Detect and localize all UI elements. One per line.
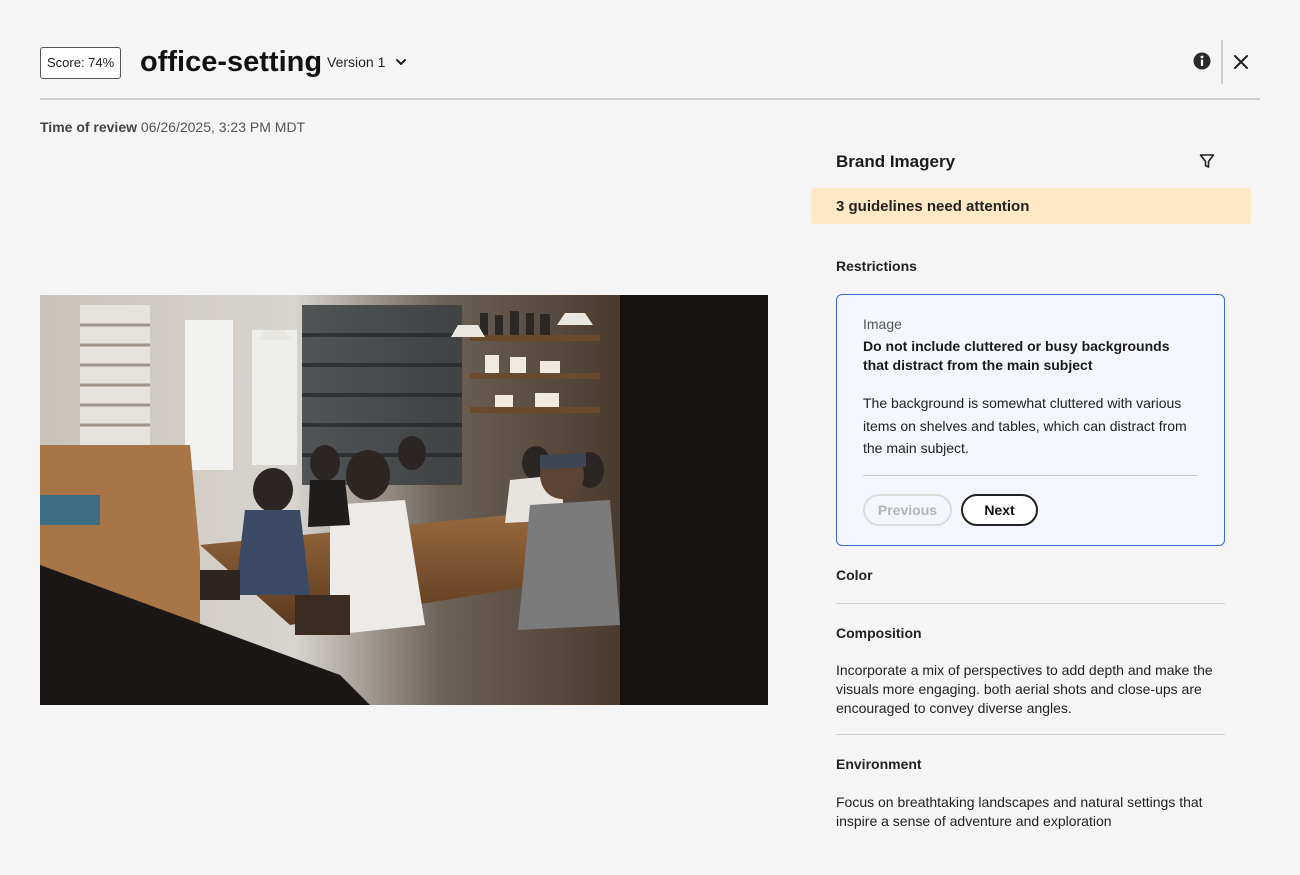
guideline-card: Image Do not include cluttered or busy b… (836, 294, 1225, 546)
card-separator (863, 475, 1198, 476)
card-description: The background is somewhat cluttered wit… (863, 395, 1187, 456)
reviewed-image (40, 295, 768, 705)
version-dropdown[interactable]: Version 1 (327, 50, 407, 74)
attention-banner: 3 guidelines need attention (811, 188, 1251, 224)
color-heading[interactable]: Color (836, 567, 873, 583)
filter-icon[interactable] (1198, 152, 1216, 170)
page-title: office-setting (140, 46, 323, 78)
version-label: Version 1 (327, 54, 386, 70)
environment-heading[interactable]: Environment (836, 756, 922, 772)
close-icon[interactable] (1231, 52, 1251, 72)
section-divider (836, 603, 1225, 604)
chevron-down-icon (395, 56, 407, 68)
section-divider (836, 734, 1225, 735)
environment-text: Focus on breathtaking landscapes and nat… (836, 794, 1203, 829)
review-time-label: Time of review (40, 119, 138, 135)
restrictions-heading: Restrictions (836, 258, 917, 274)
attention-text: 3 guidelines need attention (836, 198, 1030, 215)
composition-text: Incorporate a mix of perspectives to add… (836, 662, 1213, 716)
panel-title: Brand Imagery (836, 152, 956, 171)
info-icon[interactable] (1192, 51, 1212, 71)
review-time: Time of review 06/26/2025, 3:23 PM MDT (40, 119, 305, 135)
next-button[interactable]: Next (961, 494, 1038, 526)
score-badge: Score: 74% (40, 47, 122, 79)
previous-button: Previous (863, 494, 952, 526)
card-rule: Do not include cluttered or busy backgro… (863, 338, 1170, 373)
composition-heading[interactable]: Composition (836, 625, 922, 641)
header-divider (1221, 40, 1223, 84)
review-time-value: 06/26/2025, 3:23 PM MDT (140, 119, 306, 135)
card-category: Image (863, 316, 902, 332)
header-bar: Score: 74% office-setting Version 1 (40, 40, 1260, 100)
